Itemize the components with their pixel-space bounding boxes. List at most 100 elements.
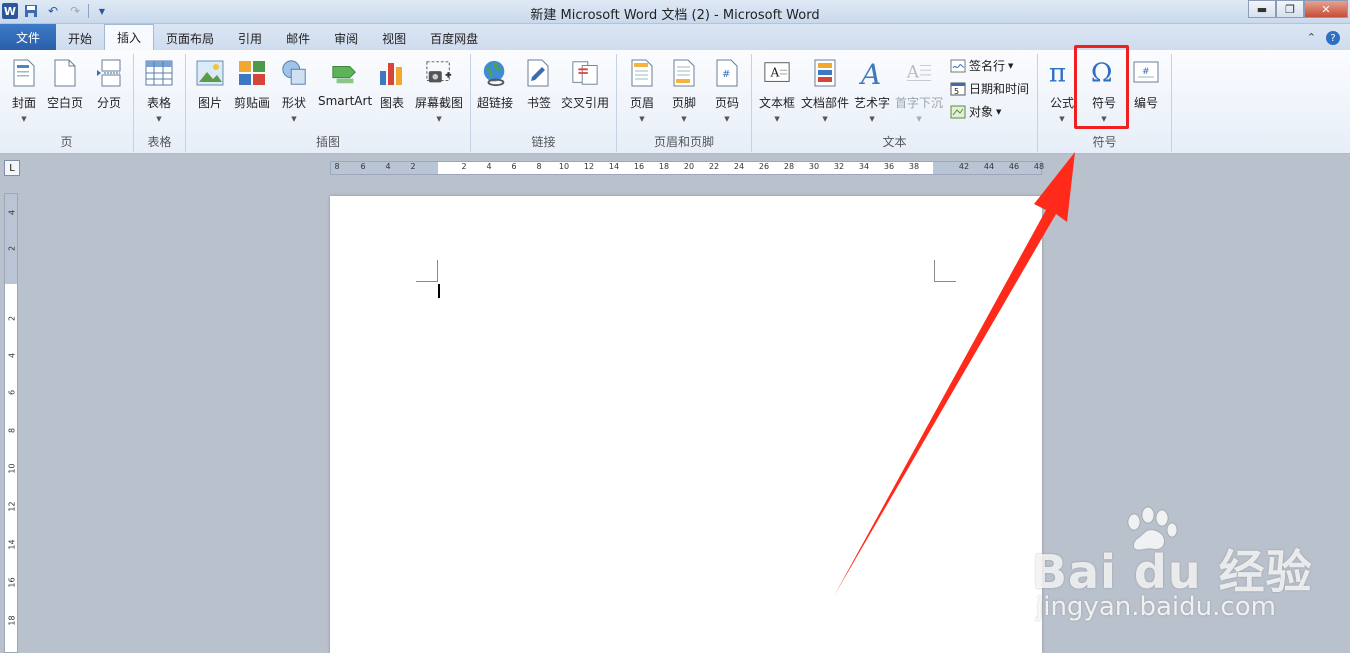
object-button[interactable]: 对象 ▼ — [950, 103, 1001, 120]
window-controls: ▬ ❐ ✕ — [1248, 0, 1348, 18]
tab-file[interactable]: 文件 — [0, 24, 56, 50]
footer-button[interactable]: 页脚 ▼ — [670, 58, 698, 123]
wordart-icon: A — [858, 58, 886, 88]
ribbon: 封面 ▼ 空白页 分页 页 表格 ▼ 表格 图片 剪贴画 形状 ▼ SmartA… — [0, 50, 1350, 154]
tab-mailings[interactable]: 邮件 — [274, 26, 322, 50]
chevron-down-icon: ▼ — [1059, 115, 1065, 123]
signature-line-icon — [950, 59, 966, 73]
shapes-icon — [280, 58, 308, 88]
chevron-down-icon: ▼ — [639, 115, 645, 123]
header-button[interactable]: 页眉 ▼ — [628, 58, 656, 123]
ruler-number: 38 — [908, 162, 920, 171]
ribbon-controls: ⌃ ? — [1307, 31, 1350, 50]
clip-art-button[interactable]: 剪贴画 — [234, 58, 270, 111]
ribbon-tabs: 文件 开始 插入 页面布局 引用 邮件 审阅 视图 百度网盘 ⌃ ? — [0, 24, 1350, 50]
ruler-number: 44 — [983, 162, 995, 171]
smartart-icon — [331, 58, 359, 88]
horizontal-ruler[interactable]: 8 6 4 2 2 4 6 8 10 12 14 16 18 20 22 24 26 28 30 32 34 36 38 42… — [330, 161, 1044, 175]
chevron-down-icon: ▼ — [681, 115, 687, 123]
number-icon: # — [1132, 58, 1160, 88]
tab-baidu-netdisk[interactable]: 百度网盘 — [418, 26, 490, 50]
ruler-number: 28 — [783, 162, 795, 171]
smartart-button[interactable]: SmartArt — [318, 58, 372, 108]
ruler-number: 26 — [758, 162, 770, 171]
tab-insert[interactable]: 插入 — [104, 24, 155, 50]
tab-selector[interactable]: L — [4, 160, 20, 176]
wordart-button[interactable]: A 艺术字 ▼ — [854, 58, 890, 123]
ruler-number: 22 — [708, 162, 720, 171]
ruler-number: 4 — [486, 162, 492, 171]
page-number-button[interactable]: # 页码 ▼ — [713, 58, 741, 123]
screenshot-icon — [425, 58, 453, 88]
quick-parts-button[interactable]: 文档部件 ▼ — [801, 58, 849, 123]
minimize-ribbon-icon[interactable]: ⌃ — [1307, 31, 1316, 45]
page-break-button[interactable]: 分页 — [95, 58, 123, 111]
vertical-ruler[interactable]: 4 2 2 4 6 8 10 12 14 16 18 — [4, 193, 18, 653]
minimize-icon[interactable]: ▬ — [1248, 0, 1276, 18]
cover-page-icon — [10, 58, 38, 88]
table-icon — [145, 58, 173, 88]
text-box-button[interactable]: A 文本框 ▼ — [759, 58, 795, 123]
tab-review[interactable]: 审阅 — [322, 26, 370, 50]
symbol-highlight-box — [1074, 45, 1129, 129]
ruler-number: 30 — [808, 162, 820, 171]
svg-text:#: # — [1142, 67, 1150, 77]
screenshot-button[interactable]: 屏幕截图 ▼ — [415, 58, 463, 123]
ruler-number: 2 — [410, 162, 416, 171]
ruler-number: 4 — [7, 209, 17, 216]
table-button[interactable]: 表格 ▼ — [145, 58, 173, 123]
ruler-number: 14 — [608, 162, 620, 171]
tab-references[interactable]: 引用 — [226, 26, 274, 50]
cover-page-button[interactable]: 封面 ▼ — [10, 58, 38, 123]
baidu-watermark: Bai du 经验 jingyan.baidu.com — [1032, 506, 1332, 630]
tab-home[interactable]: 开始 — [56, 26, 104, 50]
chevron-down-icon: ▼ — [724, 115, 730, 123]
header-icon — [628, 58, 656, 88]
close-icon[interactable]: ✕ — [1304, 0, 1348, 18]
group-label-links: 链接 — [531, 135, 556, 149]
chart-button[interactable]: 图表 — [378, 58, 406, 111]
picture-button[interactable]: 图片 — [196, 58, 224, 111]
object-icon — [950, 105, 966, 119]
signature-line-button[interactable]: 签名行 ▼ — [950, 57, 1013, 74]
chevron-down-icon: ▼ — [156, 115, 162, 123]
document-page[interactable] — [330, 196, 1042, 653]
tab-page-layout[interactable]: 页面布局 — [154, 26, 226, 50]
calendar-icon: 5 — [950, 82, 966, 96]
restore-icon[interactable]: ❐ — [1276, 0, 1304, 18]
ruler-number: 2 — [7, 245, 17, 252]
ruler-number: 48 — [1033, 162, 1045, 171]
bookmark-button[interactable]: 书签 — [525, 58, 553, 111]
group-label-text: 文本 — [882, 135, 907, 149]
group-links: 超链接 书签 交叉引用 链接 — [471, 54, 617, 152]
group-label-tables: 表格 — [147, 135, 172, 149]
ruler-number: 6 — [7, 389, 17, 396]
group-label-header-footer: 页眉和页脚 — [653, 135, 714, 149]
svg-text:A: A — [858, 58, 881, 88]
clip-art-icon — [238, 58, 266, 88]
text-cursor — [438, 284, 440, 298]
group-label-illustrations: 插图 — [315, 135, 340, 149]
ruler-number: 6 — [360, 162, 366, 171]
picture-icon — [196, 58, 224, 88]
blank-page-button[interactable]: 空白页 — [47, 58, 83, 111]
ruler-number: 46 — [1008, 162, 1020, 171]
drop-cap-button[interactable]: A 首字下沉 ▼ — [895, 58, 943, 123]
ruler-number: 42 — [958, 162, 970, 171]
shapes-button[interactable]: 形状 ▼ — [280, 58, 308, 123]
help-icon[interactable]: ? — [1326, 31, 1340, 45]
group-text: A 文本框 ▼ 文档部件 ▼ A 艺术字 ▼ A 首字下沉 ▼ 签名行 ▼ 5 … — [752, 54, 1038, 152]
group-label-pages: 页 — [60, 135, 73, 149]
ruler-number: 8 — [334, 162, 340, 171]
hyperlink-button[interactable]: 超链接 — [477, 58, 513, 111]
ruler-number: 34 — [858, 162, 870, 171]
document-title: 新建 Microsoft Word 文档 (2) - Microsoft Wor… — [530, 8, 820, 23]
number-button[interactable]: # 编号 — [1132, 58, 1160, 111]
chevron-down-icon: ▼ — [21, 115, 27, 123]
cross-reference-button[interactable]: 交叉引用 — [561, 58, 609, 111]
ruler-number: 2 — [461, 162, 467, 171]
group-illustrations: 图片 剪贴画 形状 ▼ SmartArt 图表 屏幕截图 ▼ 插图 — [186, 54, 471, 152]
equation-button[interactable]: π 公式 ▼ — [1048, 58, 1076, 123]
tab-view[interactable]: 视图 — [370, 26, 418, 50]
date-time-button[interactable]: 5 日期和时间 — [950, 80, 1029, 97]
